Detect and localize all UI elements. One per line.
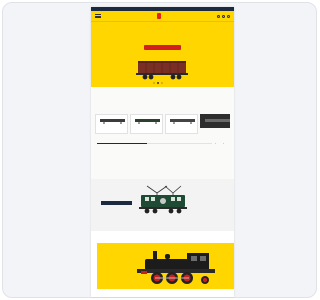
hero-cta-button[interactable] — [144, 45, 181, 50]
new-products-section: ‹ › — [91, 87, 234, 179]
product-card[interactable] — [95, 114, 128, 134]
product-card[interactable] — [165, 114, 198, 134]
menu-icon[interactable] — [95, 14, 101, 18]
electric-locomotive-image — [139, 185, 187, 214]
product-image — [135, 119, 160, 124]
product-image — [170, 119, 195, 124]
freight-wagon-image — [136, 61, 188, 80]
header-icons — [217, 14, 230, 18]
carousel-scrollbar-thumb[interactable] — [97, 143, 147, 144]
product-carousel — [95, 114, 230, 134]
account-icon[interactable] — [222, 14, 225, 18]
search-icon[interactable] — [217, 14, 220, 18]
brand-logo[interactable] — [157, 13, 161, 19]
chevron-left-icon[interactable]: ‹ — [215, 142, 216, 145]
carousel-dot-active[interactable] — [157, 82, 159, 84]
hero-banner — [91, 25, 234, 87]
promo-cta-button[interactable] — [101, 201, 132, 205]
product-image — [100, 119, 125, 124]
promo-banner — [91, 179, 234, 231]
site-header — [91, 11, 234, 21]
carousel-dot[interactable] — [153, 82, 155, 84]
steam-locomotive-image — [137, 251, 215, 284]
product-image — [205, 119, 230, 122]
product-card-featured[interactable] — [200, 114, 230, 128]
carousel-dot[interactable] — [161, 82, 163, 84]
chevron-right-icon[interactable]: › — [223, 142, 224, 145]
cart-icon[interactable] — [227, 14, 230, 18]
bottom-promo-banner — [97, 243, 234, 289]
product-card[interactable] — [130, 114, 163, 134]
